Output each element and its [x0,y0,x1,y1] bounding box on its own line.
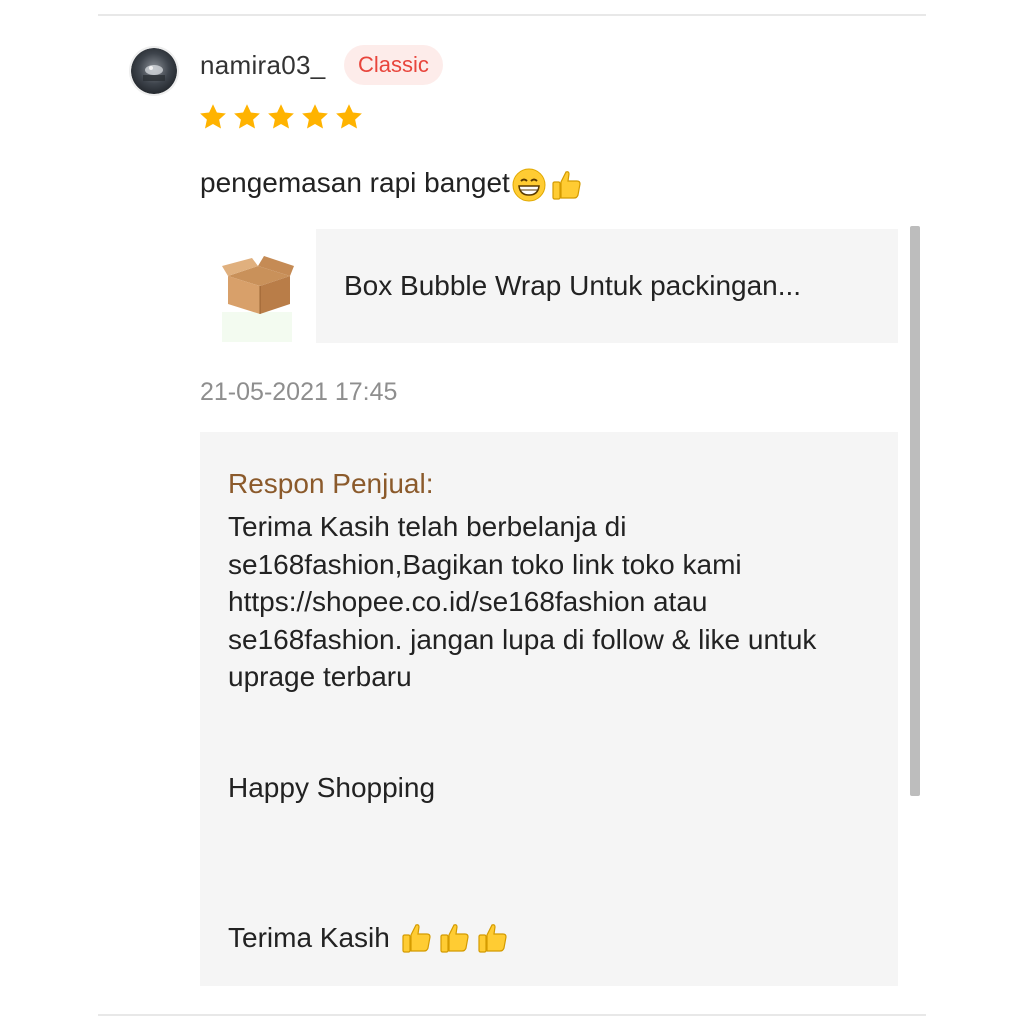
thumbs-up-icon [440,924,469,953]
seller-response-thanks-text: Terima Kasih [228,922,390,953]
cardboard-box-icon[interactable] [218,252,298,344]
star-icon [200,104,226,129]
thumbs-up-icon [478,924,507,953]
thumbs-group [398,920,510,956]
product-name[interactable]: Box Bubble Wrap Untuk packingan... [344,269,801,303]
rating-stars [198,102,364,132]
seller-response-box: Respon Penjual: Terima Kasih telah berbe… [200,432,898,986]
seller-response-happy: Happy Shopping [228,772,436,803]
star-icon [234,104,260,129]
review-timestamp: 21-05-2021 17:45 [200,378,398,406]
product-card[interactable]: Box Bubble Wrap Untuk packingan... [316,229,898,343]
thumbs-up-icon [402,924,431,953]
grinning-face-icon [512,168,546,202]
seller-response-body: Terima Kasih telah berbelanja di se168fa… [228,511,817,692]
scrollbar[interactable] [910,226,920,796]
divider-bottom [98,1014,926,1016]
avatar-image [131,48,177,94]
review-comment-text: pengemasan rapi banget [200,167,510,198]
membership-badge: Classic [344,45,443,85]
divider-top [98,14,926,16]
star-icon [336,104,362,129]
star-icon [302,104,328,129]
thumbs-up-icon [552,170,581,200]
seller-response-thanks: Terima Kasih [228,920,510,956]
seller-response-title: Respon Penjual: [228,468,434,499]
star-icon [268,104,294,129]
avatar[interactable] [129,46,179,96]
review-page: namira03_ Classic pengemasan rapi banget… [0,0,1024,1024]
review-comment: pengemasan rapi banget [200,164,584,203]
username[interactable]: namira03_ [200,48,326,82]
